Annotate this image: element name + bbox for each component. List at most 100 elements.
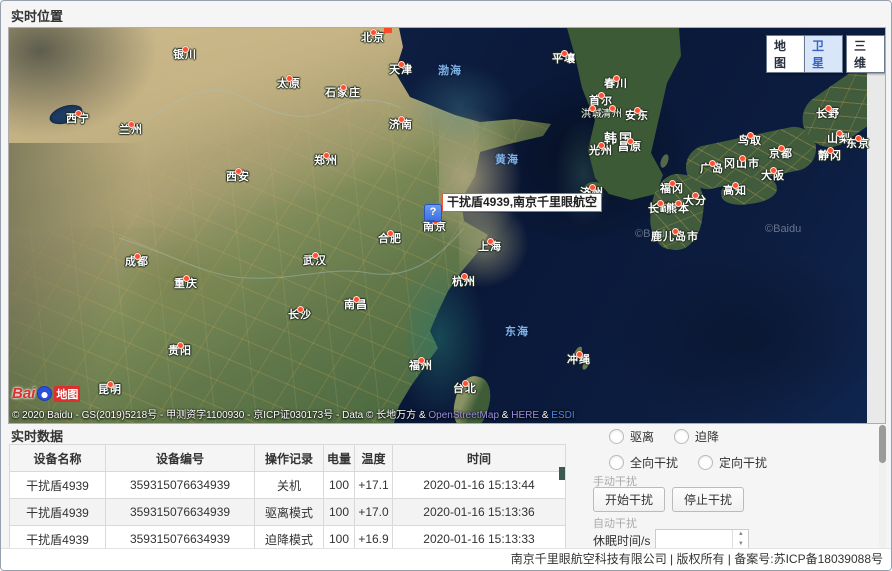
table-cell: 359315076634939 <box>106 472 255 499</box>
table-cell: 2020-01-16 15:13:33 <box>393 526 566 551</box>
map-label-text: 昌原 <box>618 138 642 154</box>
city-dot-icon <box>732 182 739 189</box>
map-label-text: 福州 <box>409 357 433 373</box>
map-label-text: 福冈 <box>660 180 684 196</box>
map-label-text: 成都 <box>125 253 149 269</box>
attribution-separator: & <box>499 410 511 421</box>
city-dot-icon <box>692 192 699 199</box>
map-label-text: 杭州 <box>452 273 476 289</box>
city-dot-icon <box>669 180 676 187</box>
table-cell: 100 <box>324 499 355 526</box>
city-dot-icon <box>370 29 377 36</box>
table-cell: 迫降模式 <box>255 526 324 551</box>
radio-option[interactable]: 全向干扰 <box>609 454 678 471</box>
map-label-text: 光州 <box>589 142 613 158</box>
map-type-button-1[interactable]: 卫星 <box>804 35 843 73</box>
copyright-footer: 南京千里眼航空科技有限公司 | 版权所有 | 备案号:苏ICP备18039088… <box>1 548 891 570</box>
city-dot-icon <box>613 75 620 82</box>
map-label-text: 昆明 <box>98 381 122 397</box>
map-label-text: 大分 <box>683 192 707 208</box>
map-label-text: 山梨 <box>827 130 851 146</box>
city-dot-icon <box>561 50 568 57</box>
city-dot-icon <box>672 228 679 235</box>
attribution-separator: & <box>539 410 551 421</box>
city-dot-icon <box>286 75 293 82</box>
number-spinner: ▲ ▼ <box>732 530 748 550</box>
radio-circle-icon[interactable] <box>609 429 624 444</box>
map-label-text: 高知 <box>723 182 747 198</box>
map-label-text: 清州 <box>601 105 623 120</box>
table-cell: 2020-01-16 15:13:36 <box>393 499 566 526</box>
radio-option[interactable]: 迫降 <box>674 428 719 445</box>
table-header-cell: 时间 <box>393 445 566 472</box>
start-jam-button[interactable]: 开始干扰 <box>593 487 665 512</box>
city-dot-icon <box>609 105 616 112</box>
radio-label: 迫降 <box>695 428 719 445</box>
city-dot-icon <box>235 168 242 175</box>
map-type-button-0[interactable]: 地图 <box>766 35 805 73</box>
sleep-time-label: 休眠时间/s <box>593 532 650 549</box>
map-label-text: 静冈 <box>818 147 842 163</box>
map-type-controls: 地图卫星三维 <box>766 35 885 73</box>
radio-circle-icon[interactable] <box>674 429 689 444</box>
map-label-text: 洪城 <box>581 105 603 120</box>
map-label-text: 冲绳 <box>567 351 591 367</box>
map-label-text: 广岛 <box>700 160 724 176</box>
city-dot-icon <box>387 230 394 237</box>
table-header-cell: 设备名称 <box>10 445 106 472</box>
baidu-logo-map-badge: 地图 <box>54 386 80 402</box>
table-cell: 2020-01-16 15:13:44 <box>393 472 566 499</box>
map-label-text: 韩国 <box>604 128 634 147</box>
map-label-text: 黄海 <box>495 151 519 167</box>
esdi-link[interactable]: ESDI <box>551 410 574 421</box>
map-label-text: 西宁 <box>66 110 90 126</box>
spinner-up-icon[interactable]: ▲ <box>733 530 748 540</box>
radio-circle-icon[interactable] <box>609 455 624 470</box>
city-dot-icon <box>182 46 189 53</box>
city-dot-icon <box>675 200 682 207</box>
map-label-text: 长沙 <box>288 306 312 322</box>
table-cell: +17.0 <box>355 499 393 526</box>
map-labels: 银川太原石家庄北京天津济南郑州西安西宁兰州成都重庆武汉合肥南京上海杭州长沙南昌贵… <box>9 28 885 423</box>
map-label-text: 首尔 <box>589 92 613 108</box>
radio-option[interactable]: 驱离 <box>609 428 654 445</box>
city-dot-icon <box>340 84 347 91</box>
panel-scrollbar-thumb[interactable] <box>879 425 886 463</box>
baidu-map[interactable]: ©Baidu ©Baidu ©Baidu 银川太原石家庄北京天津济南郑州西安西宁… <box>8 27 886 424</box>
map-label-text: 安东 <box>625 107 649 123</box>
device-marker[interactable]: ? <box>424 204 442 222</box>
map-label-text: 南昌 <box>344 296 368 312</box>
city-dot-icon <box>462 380 469 387</box>
radio-label: 全向干扰 <box>630 454 678 471</box>
city-dot-icon <box>134 253 141 260</box>
table-row: 干扰盾4939359315076634939驱离模式100+17.02020-0… <box>10 499 566 526</box>
map-label-text: 银川 <box>173 46 197 62</box>
table-cell: +17.1 <box>355 472 393 499</box>
here-link[interactable]: HERE <box>511 410 539 421</box>
table-header-cell: 电量 <box>324 445 355 472</box>
map-label-text: 大阪 <box>761 167 785 183</box>
map-label-text: 京都 <box>769 145 793 161</box>
map-label-text: 武汉 <box>303 252 327 268</box>
map-label-text: 渤海 <box>438 62 462 78</box>
city-dot-icon <box>589 184 596 191</box>
stop-jam-button[interactable]: 停止干扰 <box>672 487 744 512</box>
city-dot-icon <box>312 252 319 259</box>
map-label-text: 长崎 <box>648 200 672 216</box>
table-header-cell: 温度 <box>355 445 393 472</box>
map-label-text: 台北 <box>453 380 477 396</box>
device-table: 设备名称设备编号操作记录电量温度时间 干扰盾493935931507663493… <box>9 444 566 550</box>
radio-circle-icon[interactable] <box>698 455 713 470</box>
city-dot-icon <box>855 135 862 142</box>
city-dot-icon <box>323 152 330 159</box>
app-window: 实时位置 ©Baidu ©Baidu © <box>0 0 892 571</box>
openstreetmap-link[interactable]: OpenStreetMap <box>428 410 499 421</box>
map-label-text: 重庆 <box>174 275 198 291</box>
map-type-button-2[interactable]: 三维 <box>846 35 885 73</box>
city-dot-icon <box>589 105 596 112</box>
radio-option[interactable]: 定向干扰 <box>698 454 767 471</box>
city-dot-icon <box>418 357 425 364</box>
table-scrollbar-thumb[interactable] <box>559 467 565 480</box>
jamming-control-panel: 驱离迫降 全向干扰定向干扰 手动干扰 开始干扰 停止干扰 自动干扰 休眠时间/s… <box>591 425 873 550</box>
city-dot-icon <box>107 381 114 388</box>
